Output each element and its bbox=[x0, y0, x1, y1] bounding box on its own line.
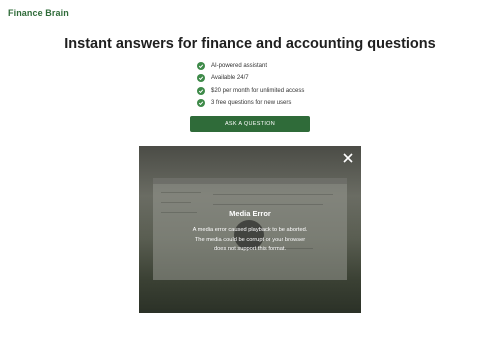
feature-label: AI-powered assistant bbox=[211, 63, 268, 70]
preview-topbar bbox=[153, 178, 347, 184]
feature-item: Available 24/7 bbox=[197, 72, 304, 84]
play-icon bbox=[234, 220, 264, 250]
logo[interactable]: Finance Brain bbox=[8, 8, 69, 18]
preview-line bbox=[161, 202, 191, 203]
feature-list: AI-powered assistant Available 24/7 $20 … bbox=[197, 60, 304, 109]
feature-item: 3 free questions for new users bbox=[197, 97, 304, 109]
preview-line bbox=[213, 248, 313, 249]
feature-label: Available 24/7 bbox=[211, 75, 249, 82]
ask-question-button[interactable]: ASK A QUESTION bbox=[190, 116, 310, 132]
preview-line bbox=[213, 194, 333, 195]
close-icon[interactable] bbox=[342, 151, 354, 163]
check-circle-icon bbox=[197, 62, 205, 71]
check-circle-icon bbox=[197, 99, 205, 108]
feature-label: $20 per month for unlimited access bbox=[211, 87, 305, 94]
preview-line bbox=[161, 192, 201, 193]
video-player[interactable] bbox=[139, 146, 361, 313]
feature-item: $20 per month for unlimited access bbox=[197, 85, 304, 97]
check-circle-icon bbox=[197, 74, 205, 83]
page-headline: Instant answers for finance and accounti… bbox=[64, 36, 436, 52]
feature-item: AI-powered assistant bbox=[197, 60, 304, 72]
preview-line bbox=[161, 212, 197, 213]
check-circle-icon bbox=[197, 86, 205, 95]
feature-label: 3 free questions for new users bbox=[211, 100, 292, 107]
preview-line bbox=[213, 204, 323, 205]
